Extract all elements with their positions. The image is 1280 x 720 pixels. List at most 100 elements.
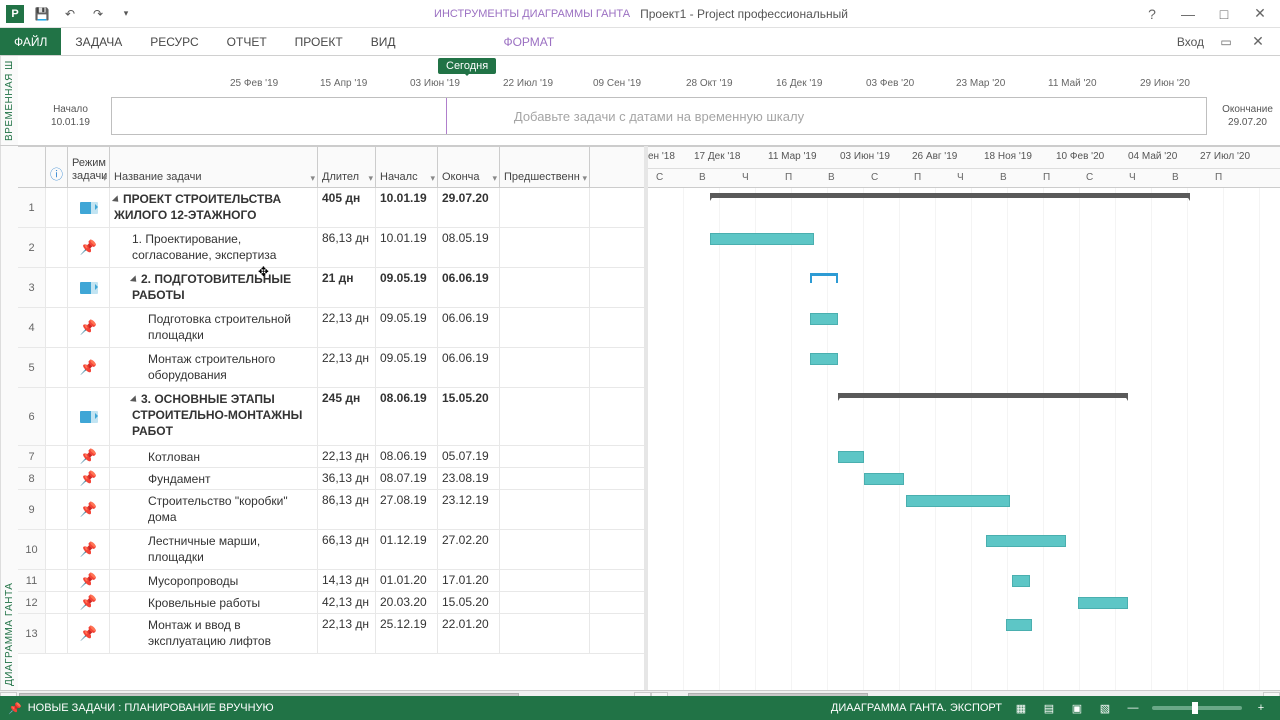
duration-cell[interactable]: 245 дн <box>318 388 376 445</box>
row-number[interactable]: 10 <box>18 530 46 569</box>
gantt-body[interactable] <box>648 188 1280 690</box>
mode-cell[interactable]: 📌 <box>68 228 110 267</box>
task-name-cell[interactable]: Подготовка строительной площадки <box>110 308 318 347</box>
duration-cell[interactable]: 36,13 дн <box>318 468 376 489</box>
minimize-button[interactable]: — <box>1176 4 1200 24</box>
duration-cell[interactable]: 86,13 дн <box>318 228 376 267</box>
col-header-start[interactable]: Началс▾ <box>376 147 438 187</box>
row-number[interactable]: 8 <box>18 468 46 489</box>
mode-cell[interactable]: 📌 <box>68 530 110 569</box>
table-row[interactable]: 63. ОСНОВНЫЕ ЭТАПЫ СТРОИТЕЛЬНО-МОНТАЖНЫ … <box>18 388 644 446</box>
duration-cell[interactable]: 22,13 дн <box>318 614 376 653</box>
table-row[interactable]: 10📌Лестничные марши, площадки66,13 дн01.… <box>18 530 644 570</box>
task-bar[interactable] <box>1078 597 1128 609</box>
predecessor-cell[interactable] <box>500 348 590 387</box>
manual-summary-bar[interactable] <box>810 273 838 283</box>
row-number[interactable]: 11 <box>18 570 46 591</box>
qat-customize[interactable]: ▾ <box>116 4 136 24</box>
summary-bar[interactable] <box>710 193 1190 201</box>
task-name-cell[interactable]: Лестничные марши, площадки <box>110 530 318 569</box>
duration-cell[interactable]: 42,13 дн <box>318 592 376 613</box>
task-bar[interactable] <box>838 451 864 463</box>
zoom-slider[interactable] <box>1152 706 1242 710</box>
finish-cell[interactable]: 17.01.20 <box>438 570 500 591</box>
table-row[interactable]: 4📌Подготовка строительной площадки22,13 … <box>18 308 644 348</box>
mode-cell[interactable]: 📌 <box>68 592 110 613</box>
duration-cell[interactable]: 86,13 дн <box>318 490 376 529</box>
task-name-cell[interactable]: 1. Проектирование, согласование, эксперт… <box>110 228 318 267</box>
view-vertical-label[interactable]: ДИАГРАММА ГАНТА <box>0 146 18 690</box>
table-row[interactable]: 9📌Строительство "коробки" дома86,13 дн27… <box>18 490 644 530</box>
table-row[interactable]: 7📌Котлован22,13 дн08.06.1905.07.19 <box>18 446 644 468</box>
task-name-cell[interactable]: Монтаж и ввод в эксплуатацию лифтов <box>110 614 318 653</box>
duration-cell[interactable]: 22,13 дн <box>318 348 376 387</box>
finish-cell[interactable]: 06.06.19 <box>438 348 500 387</box>
task-name-cell[interactable]: Мусоропроводы <box>110 570 318 591</box>
predecessor-cell[interactable] <box>500 388 590 445</box>
timeline-track[interactable]: Добавьте задачи с датами на временную шк… <box>111 97 1207 135</box>
start-cell[interactable]: 10.01.19 <box>376 188 438 227</box>
predecessor-cell[interactable] <box>500 530 590 569</box>
duration-cell[interactable]: 21 дн <box>318 268 376 307</box>
outline-toggle-icon[interactable] <box>130 395 139 404</box>
task-bar[interactable] <box>906 495 1010 507</box>
table-row[interactable]: 2 📌1. Проектирование, согласование, экспе… <box>18 228 644 268</box>
finish-cell[interactable]: 06.06.19 <box>438 268 500 307</box>
start-cell[interactable]: 08.07.19 <box>376 468 438 489</box>
start-cell[interactable]: 08.06.19 <box>376 388 438 445</box>
mode-cell[interactable] <box>68 268 110 307</box>
table-row[interactable]: 32. ПОДГОТОВИТЕЛЬНЫЕ РАБОТЫ21 дн09.05.19… <box>18 268 644 308</box>
task-bar[interactable] <box>810 313 838 325</box>
maximize-button[interactable]: □ <box>1212 4 1236 24</box>
row-number[interactable]: 12 <box>18 592 46 613</box>
save-button[interactable]: 💾 <box>32 4 52 24</box>
duration-cell[interactable]: 22,13 дн <box>318 446 376 467</box>
finish-cell[interactable]: 08.05.19 <box>438 228 500 267</box>
task-name-cell[interactable]: Монтаж строительного оборудования <box>110 348 318 387</box>
task-bar[interactable] <box>864 473 904 485</box>
mode-cell[interactable]: 📌 <box>68 614 110 653</box>
mode-cell[interactable]: 📌 <box>68 570 110 591</box>
predecessor-cell[interactable] <box>500 228 590 267</box>
mode-cell[interactable]: 📌 <box>68 468 110 489</box>
task-bar[interactable] <box>1006 619 1032 631</box>
start-cell[interactable]: 09.05.19 <box>376 308 438 347</box>
zoom-in-button[interactable]: + <box>1252 699 1270 717</box>
finish-cell[interactable]: 27.02.20 <box>438 530 500 569</box>
finish-cell[interactable]: 23.12.19 <box>438 490 500 529</box>
task-name-cell[interactable]: Строительство "коробки" дома <box>110 490 318 529</box>
finish-cell[interactable]: 29.07.20 <box>438 188 500 227</box>
task-name-cell[interactable]: Фундамент <box>110 468 318 489</box>
finish-cell[interactable]: 15.05.20 <box>438 592 500 613</box>
view-gantt-icon[interactable]: ▦ <box>1012 699 1030 717</box>
predecessor-cell[interactable] <box>500 188 590 227</box>
zoom-out-button[interactable]: — <box>1124 699 1142 717</box>
col-header-mode[interactable]: Режим задачи▾ <box>68 147 110 187</box>
tab-задача[interactable]: ЗАДАЧА <box>61 28 136 55</box>
task-name-cell[interactable]: ПРОЕКТ СТРОИТЕЛЬСТВА ЖИЛОГО 12-ЭТАЖНОГО <box>110 188 318 227</box>
close-button[interactable]: ✕ <box>1248 4 1272 24</box>
row-number[interactable]: 9 <box>18 490 46 529</box>
row-number[interactable]: 2 <box>18 228 46 267</box>
mode-cell[interactable]: 📌 <box>68 308 110 347</box>
table-row[interactable]: 5📌Монтаж строительного оборудования22,13… <box>18 348 644 388</box>
view-network-icon[interactable]: ▧ <box>1096 699 1114 717</box>
start-cell[interactable]: 20.03.20 <box>376 592 438 613</box>
ribbon-collapse-button[interactable]: ▭ <box>1214 32 1238 52</box>
table-row[interactable]: 1ПРОЕКТ СТРОИТЕЛЬСТВА ЖИЛОГО 12-ЭТАЖНОГО… <box>18 188 644 228</box>
start-cell[interactable]: 09.05.19 <box>376 268 438 307</box>
view-calendar-icon[interactable]: ▣ <box>1068 699 1086 717</box>
start-cell[interactable]: 01.01.20 <box>376 570 438 591</box>
task-bar[interactable] <box>710 233 814 245</box>
signin-link[interactable]: Вход <box>1167 35 1214 49</box>
col-header-rownum[interactable] <box>18 147 46 187</box>
table-row[interactable]: 13📌Монтаж и ввод в эксплуатацию лифтов22… <box>18 614 644 654</box>
mode-cell[interactable]: 📌 <box>68 348 110 387</box>
start-cell[interactable]: 10.01.19 <box>376 228 438 267</box>
predecessor-cell[interactable] <box>500 446 590 467</box>
view-grid-icon[interactable]: ▤ <box>1040 699 1058 717</box>
task-name-cell[interactable]: 3. ОСНОВНЫЕ ЭТАПЫ СТРОИТЕЛЬНО-МОНТАЖНЫ Р… <box>110 388 318 445</box>
finish-cell[interactable]: 05.07.19 <box>438 446 500 467</box>
start-cell[interactable]: 27.08.19 <box>376 490 438 529</box>
predecessor-cell[interactable] <box>500 308 590 347</box>
